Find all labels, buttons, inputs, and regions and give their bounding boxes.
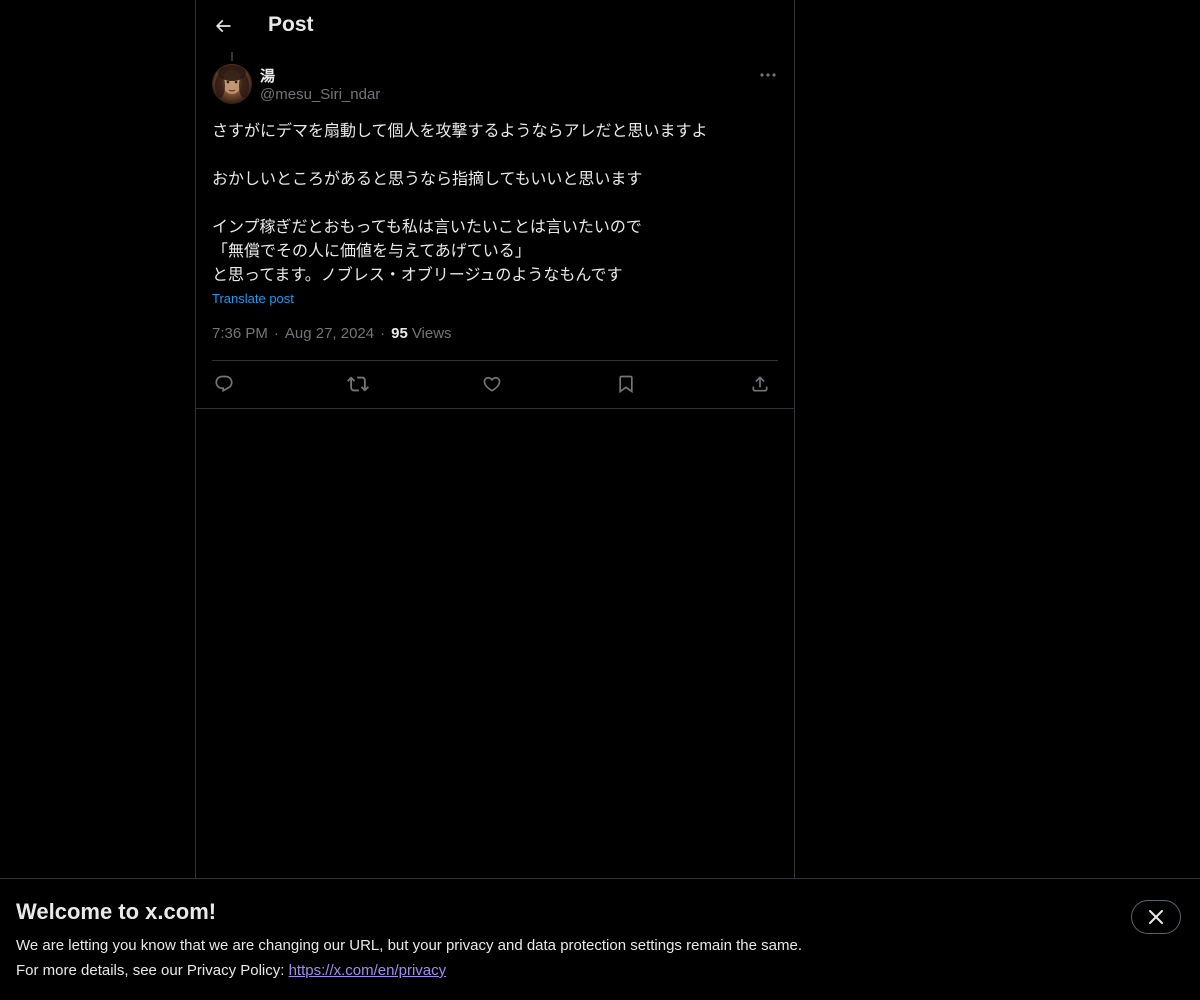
post-meta: 7:36 PM · Aug 27, 2024 · 95 Views <box>212 325 452 342</box>
banner-message: We are letting you know that we are chan… <box>16 937 802 954</box>
more-horizontal-icon <box>760 73 776 77</box>
repost-button[interactable] <box>346 372 370 396</box>
close-banner-button[interactable] <box>1131 900 1181 934</box>
bookmark-button[interactable] <box>614 372 638 396</box>
views-count: 95 <box>391 325 408 342</box>
thread-connector <box>231 52 233 61</box>
page: Post 湯 @mesu_Siri_ndar さすがにデマを扇動して個人を攻撃す… <box>0 0 1200 1000</box>
like-icon <box>482 374 502 394</box>
post-text: さすがにデマを扇動して個人を攻撃するようならアレだと思いますよ おかしいところが… <box>212 121 708 284</box>
page-title: Post <box>268 13 314 36</box>
banner-title: Welcome to x.com! <box>16 899 217 924</box>
banner-privacy-line: For more details, see our Privacy Policy… <box>16 962 446 979</box>
author-handle[interactable]: @mesu_Siri_ndar <box>260 86 380 103</box>
reply-button[interactable] <box>212 372 236 396</box>
share-button[interactable] <box>748 372 772 396</box>
more-options-button[interactable] <box>756 64 780 86</box>
views-label: Views <box>411 325 452 342</box>
action-bar <box>212 368 778 400</box>
back-button[interactable] <box>208 11 238 41</box>
url-change-banner: Welcome to x.com! We are letting you kno… <box>0 878 1200 1000</box>
translate-post-link[interactable]: Translate post <box>212 291 294 306</box>
post-time[interactable]: 7:36 PM <box>212 325 268 342</box>
post-date[interactable]: Aug 27, 2024 <box>285 325 374 342</box>
meta-separator: · <box>273 325 279 342</box>
author-display-name[interactable]: 湯 <box>260 65 275 86</box>
repost-icon <box>347 373 369 395</box>
meta-separator: · <box>380 325 386 342</box>
primary-column: Post 湯 @mesu_Siri_ndar さすがにデマを扇動して個人を攻撃す… <box>195 0 795 878</box>
post-header: Post <box>196 0 794 53</box>
bookmark-icon <box>616 374 636 394</box>
close-icon <box>1149 910 1163 924</box>
reply-icon <box>214 374 234 394</box>
banner-privacy-prefix: For more details, see our Privacy Policy… <box>16 962 289 979</box>
like-button[interactable] <box>480 372 504 396</box>
post-bottom-border <box>196 408 794 409</box>
privacy-policy-link[interactable]: https://x.com/en/privacy <box>289 962 447 979</box>
share-icon <box>750 374 770 394</box>
divider <box>212 360 778 361</box>
avatar[interactable] <box>212 64 252 104</box>
arrow-left-icon <box>213 16 233 36</box>
